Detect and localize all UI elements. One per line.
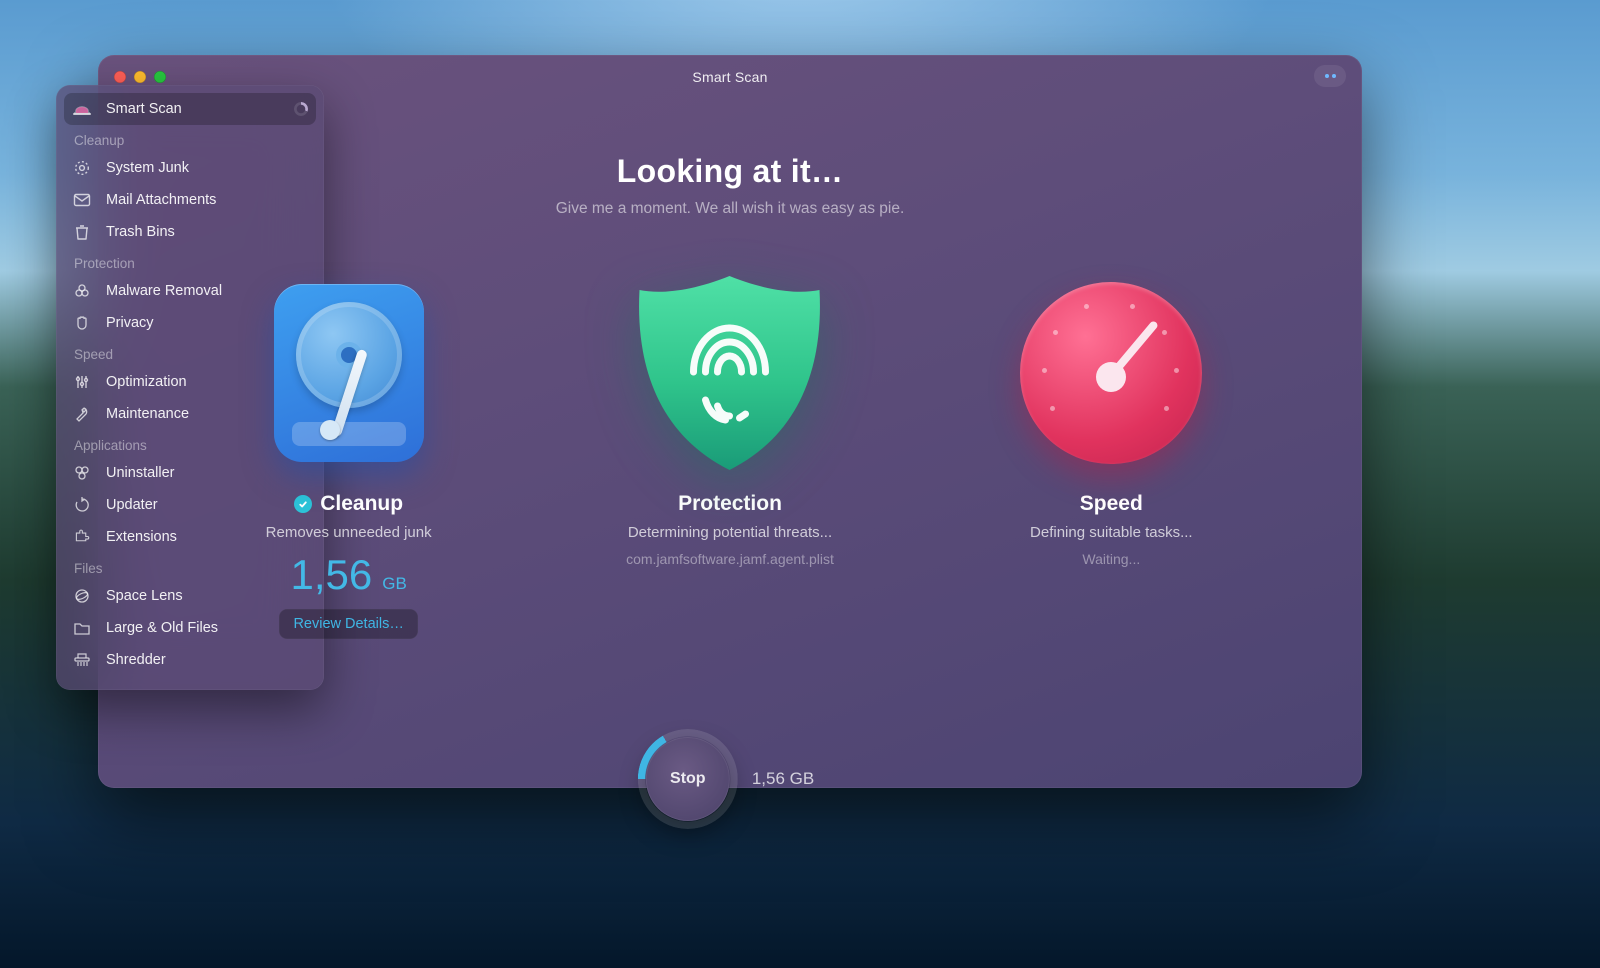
cleanup-subtitle: Removes unneeded junk: [266, 524, 432, 541]
progress-ring-icon: [638, 729, 738, 829]
stop-button[interactable]: Stop: [646, 737, 730, 821]
protection-card: Protection Determining potential threats…: [565, 268, 895, 639]
updater-icon: [72, 496, 92, 514]
checkmark-badge-icon: [294, 495, 312, 513]
sliders-icon: [72, 373, 92, 391]
settings-button[interactable]: [1314, 65, 1346, 87]
shredder-icon: [72, 651, 92, 669]
scan-progress-area: Stop 1,56 GB: [646, 737, 814, 821]
shield-icon: [627, 268, 832, 478]
folder-icon: [72, 620, 92, 636]
protection-subtitle: Determining potential threats...: [628, 524, 832, 541]
cleanup-title-text: Cleanup: [320, 492, 403, 516]
speed-card: Speed Defining suitable tasks... Waiting…: [946, 268, 1276, 639]
size-value: 1,56: [291, 551, 373, 599]
puzzle-icon: [72, 528, 92, 546]
review-details-button[interactable]: Review Details…: [279, 609, 417, 639]
scan-size-label: 1,56 GB: [752, 769, 814, 789]
page-heading: Looking at it…: [98, 153, 1362, 190]
hand-icon: [72, 314, 92, 332]
size-unit: GB: [382, 574, 407, 594]
mail-icon: [72, 193, 92, 207]
speed-detail: Waiting...: [1082, 551, 1140, 567]
uninstaller-icon: [72, 464, 92, 482]
scan-cards: Cleanup Removes unneeded junk 1,56 GB Re…: [158, 268, 1302, 639]
biohazard-icon: [72, 282, 92, 300]
trash-icon: [72, 223, 92, 241]
app-window: Smart Scan Smart Scan Cleanup System Jun…: [98, 55, 1362, 788]
protection-title: Protection: [678, 492, 782, 516]
wrench-icon: [72, 405, 92, 423]
speed-title: Speed: [1080, 492, 1143, 516]
protection-detail: com.jamfsoftware.jamf.agent.plist: [626, 551, 834, 567]
window-title: Smart Scan: [98, 69, 1362, 85]
disk-icon: [274, 268, 424, 478]
cleanup-title: Cleanup: [294, 492, 403, 516]
lens-icon: [72, 587, 92, 605]
main-content: Looking at it… Give me a moment. We all …: [98, 99, 1362, 788]
cleanup-card: Cleanup Removes unneeded junk 1,56 GB Re…: [184, 268, 514, 639]
smart-scan-icon: [72, 102, 92, 116]
cleanup-size: 1,56 GB: [291, 551, 407, 599]
page-subheading: Give me a moment. We all wish it was eas…: [98, 200, 1362, 218]
speedometer-icon: [1020, 268, 1202, 478]
gear-icon: [72, 159, 92, 177]
speed-subtitle: Defining suitable tasks...: [1030, 524, 1193, 541]
